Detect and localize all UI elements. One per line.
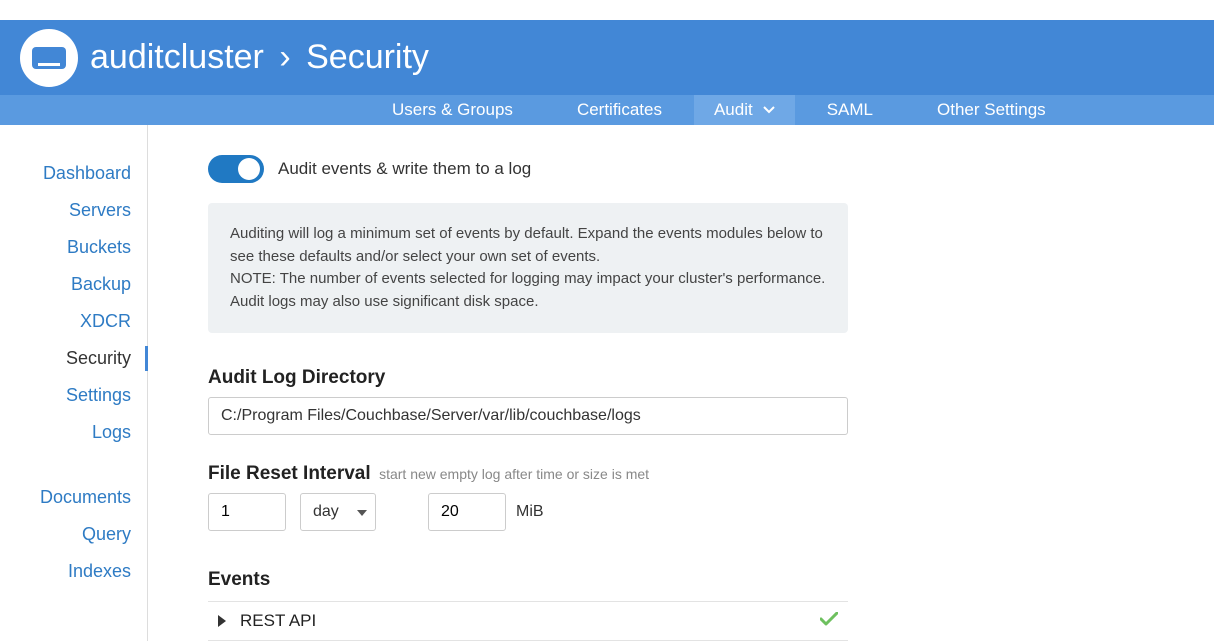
events-label: Events [208, 569, 848, 591]
reset-unit-value: day [313, 503, 339, 521]
subnav: Users & Groups Certificates Audit SAML O… [0, 95, 1214, 125]
sidebar-item-documents[interactable]: Documents [0, 479, 147, 516]
event-row-rest-api[interactable]: REST API [208, 601, 848, 641]
file-reset-hint: start new empty log after time or size i… [379, 466, 649, 482]
reset-unit-select[interactable]: day [300, 493, 376, 531]
page-title: Security [306, 38, 429, 76]
reset-size-input[interactable] [428, 493, 506, 531]
header: auditcluster › Security [0, 20, 1214, 95]
subnav-saml[interactable]: SAML [795, 95, 905, 125]
log-dir-input[interactable] [208, 397, 848, 435]
main-content: Audit events & write them to a log Audit… [148, 125, 1214, 641]
breadcrumb: auditcluster › Security [90, 38, 429, 77]
file-reset-label: File Reset Interval [208, 463, 371, 484]
subnav-other-settings[interactable]: Other Settings [905, 95, 1078, 125]
reset-interval-input[interactable] [208, 493, 286, 531]
sidebar-item-settings[interactable]: Settings [0, 377, 147, 414]
sidebar: Dashboard Servers Buckets Backup XDCR Se… [0, 125, 148, 641]
audit-enable-toggle[interactable] [208, 155, 264, 183]
breadcrumb-separator: › [279, 38, 290, 76]
triangle-right-icon [218, 615, 226, 627]
sidebar-item-dashboard[interactable]: Dashboard [0, 155, 147, 192]
product-logo [20, 29, 78, 87]
sidebar-item-indexes[interactable]: Indexes [0, 553, 147, 590]
subnav-certificates[interactable]: Certificates [545, 95, 694, 125]
sidebar-item-logs[interactable]: Logs [0, 414, 147, 451]
log-dir-label: Audit Log Directory [208, 367, 1214, 389]
subnav-audit-label: Audit [714, 100, 753, 120]
event-name: REST API [240, 611, 820, 631]
audit-toggle-label: Audit events & write them to a log [278, 159, 531, 179]
chevron-down-icon [763, 106, 775, 114]
cluster-name[interactable]: auditcluster [90, 38, 264, 76]
sidebar-item-query[interactable]: Query [0, 516, 147, 553]
sidebar-item-buckets[interactable]: Buckets [0, 229, 147, 266]
subnav-audit[interactable]: Audit [694, 95, 795, 125]
caret-down-icon [357, 503, 367, 521]
sidebar-item-security[interactable]: Security [0, 340, 147, 377]
sidebar-item-servers[interactable]: Servers [0, 192, 147, 229]
audit-info-box: Auditing will log a minimum set of event… [208, 203, 848, 333]
sidebar-item-xdcr[interactable]: XDCR [0, 303, 147, 340]
subnav-users-groups[interactable]: Users & Groups [360, 95, 545, 125]
check-icon [820, 612, 838, 631]
reset-size-unit: MiB [516, 503, 544, 521]
sidebar-item-backup[interactable]: Backup [0, 266, 147, 303]
